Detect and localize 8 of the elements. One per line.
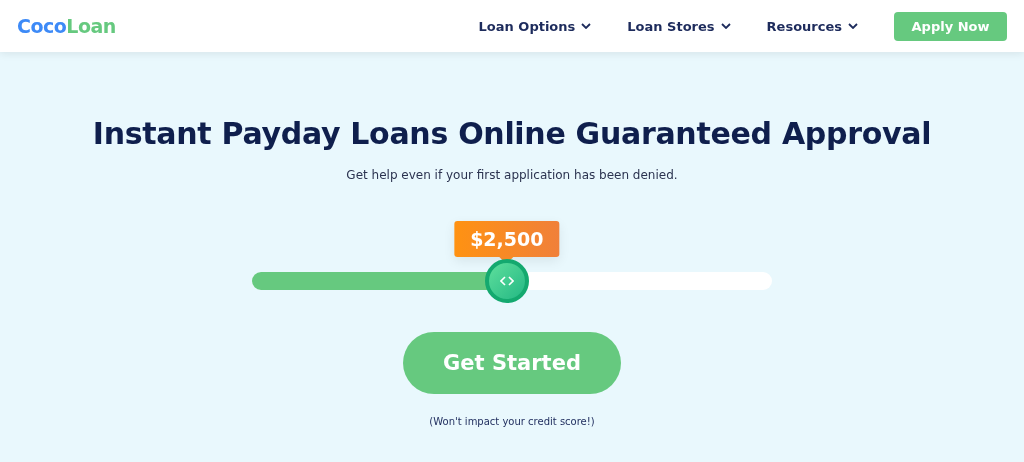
nav-link[interactable]: Loan Options (478, 18, 592, 34)
slider-thumb[interactable] (484, 259, 529, 303)
nav-link[interactable]: Loan Stores (627, 18, 731, 34)
nav-link[interactable]: Resources (766, 18, 858, 34)
arrows-icon (499, 276, 514, 286)
page-title: Instant Payday Loans Online Guaranteed Approval (92, 116, 932, 152)
credit-note: (Won't impact your credit score!) (429, 416, 595, 427)
subtitle: Get help even if your first application has been denied. (346, 168, 678, 182)
